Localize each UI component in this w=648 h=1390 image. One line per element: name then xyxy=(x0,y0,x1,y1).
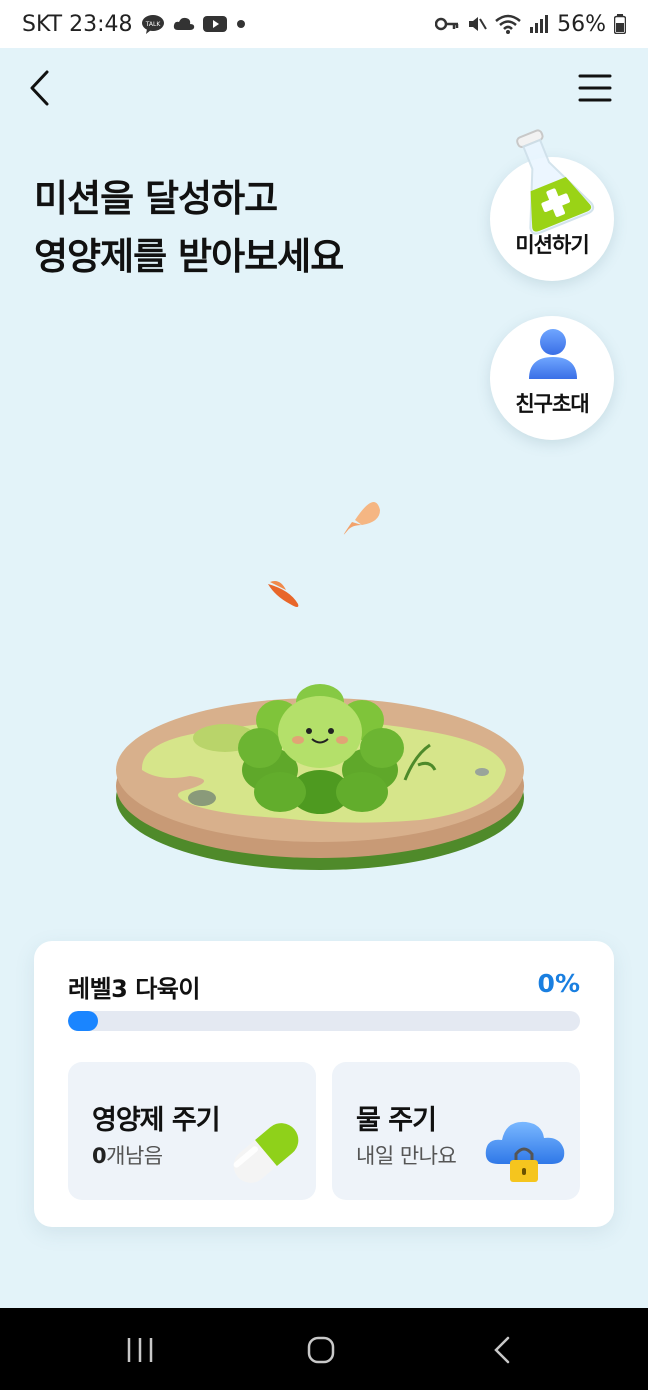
give-nutrient-button[interactable]: 영양제 주기 0개남음 xyxy=(68,1062,316,1200)
menu-button[interactable] xyxy=(576,70,616,106)
home-button[interactable] xyxy=(301,1330,341,1370)
youtube-icon xyxy=(202,15,227,33)
recent-apps-icon xyxy=(127,1338,153,1362)
back-button[interactable] xyxy=(22,68,62,108)
level-progress-bar xyxy=(68,1011,580,1031)
status-bar: SKT 23:48 TALK 56% xyxy=(0,0,648,48)
battery-percent: 56% xyxy=(557,11,606,37)
pill-icon xyxy=(233,1123,299,1183)
water-status: 내일 만나요 xyxy=(356,1144,457,1168)
back-arrow-icon xyxy=(494,1336,510,1364)
key-icon xyxy=(435,17,459,31)
nutrient-count: 0 xyxy=(92,1144,107,1168)
invite-label: 친구초대 xyxy=(515,392,589,416)
person-icon xyxy=(529,329,577,379)
butterfly-icon-2 xyxy=(268,581,299,607)
headline: 미션을 달성하고 영양제를 받아보세요 xyxy=(34,170,344,286)
flask-icon xyxy=(516,129,595,235)
svg-text:TALK: TALK xyxy=(144,21,161,28)
level-progress-percent: 0% xyxy=(537,969,580,998)
headline-line-1: 미션을 달성하고 xyxy=(34,177,278,220)
nutrient-remaining: 0개남음 xyxy=(92,1140,163,1170)
cloud-lock-icon xyxy=(485,1121,565,1182)
carrier-time: SKT 23:48 xyxy=(22,11,133,37)
battery-icon xyxy=(614,14,626,34)
wifi-icon xyxy=(495,14,521,34)
succulent-illustration xyxy=(116,502,524,870)
level-name: 레벨3 다육이 xyxy=(68,975,200,1003)
mute-icon xyxy=(467,14,487,34)
level-card: 레벨3 다육이 0% 영양제 주기 0개남음 물 주기 내일 만나요 xyxy=(34,941,614,1227)
hamburger-icon xyxy=(578,74,612,102)
give-water-title: 물 주기 xyxy=(356,1105,437,1136)
level-progress-fill xyxy=(68,1011,98,1031)
recent-apps-button[interactable] xyxy=(120,1330,160,1370)
system-nav-bar xyxy=(0,1308,648,1390)
give-water-button[interactable]: 물 주기 내일 만나요 xyxy=(332,1062,580,1200)
signal-icon xyxy=(529,15,549,33)
home-icon xyxy=(307,1336,335,1364)
give-nutrient-title: 영양제 주기 xyxy=(92,1105,221,1136)
nav-back-button[interactable] xyxy=(484,1330,524,1370)
nutrient-count-suffix: 개남음 xyxy=(106,1144,163,1168)
chevron-left-icon xyxy=(30,70,49,106)
butterfly-icon xyxy=(343,502,380,535)
cloud-icon xyxy=(173,16,195,32)
dot-icon xyxy=(235,18,247,30)
headline-line-2: 영양제를 받아보세요 xyxy=(34,235,344,278)
kakaotalk-icon: TALK xyxy=(141,14,165,34)
top-bar xyxy=(0,48,648,128)
